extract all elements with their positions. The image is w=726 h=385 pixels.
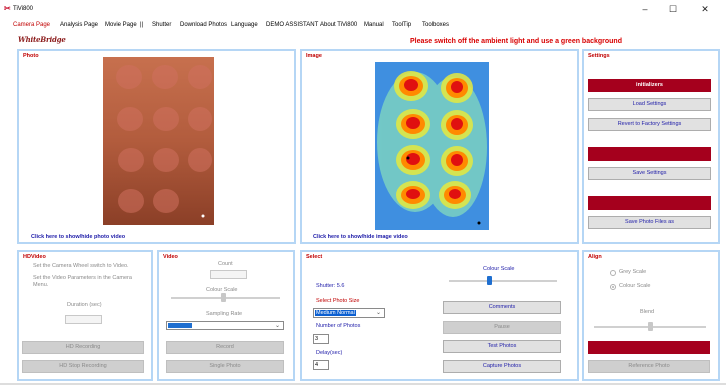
number-of-photos-input[interactable]: 3: [313, 334, 329, 344]
ambient-light-warning: Please switch off the ambient light and …: [410, 38, 622, 45]
save-photo-files-button[interactable]: Save Photo Files as: [588, 216, 711, 229]
close-button[interactable]: ✕: [694, 3, 716, 16]
record-button[interactable]: Record: [166, 341, 284, 354]
video-colour-scale-thumb[interactable]: [221, 293, 226, 302]
initializers-button[interactable]: initializers: [588, 79, 711, 92]
hdvideo-instruction-3: Menu.: [33, 282, 49, 288]
panel-title: HDVideo: [23, 254, 46, 260]
chevron-down-icon: ⌄: [375, 310, 381, 316]
menu-movie-page[interactable]: Movie Page: [105, 22, 137, 29]
grey-scale-radio[interactable]: [610, 270, 616, 276]
shutter-value: Shutter: 5.6: [316, 283, 345, 289]
panel-title: Settings: [588, 53, 610, 59]
menu-language[interactable]: Language: [231, 22, 258, 29]
photo-size-label: Select Photo Size: [316, 298, 360, 304]
toggle-photo-video-link[interactable]: Click here to show/hide photo video: [31, 234, 125, 240]
title-bar: ✂ TiVi800 – ☐ ✕: [0, 0, 726, 18]
pause-button[interactable]: Pause: [443, 321, 561, 334]
menu-manual[interactable]: Manual: [364, 22, 384, 29]
duration-input[interactable]: [65, 315, 102, 324]
panel-title: Image: [306, 53, 322, 59]
panel-title: Select: [306, 254, 323, 260]
app-logo-icon: ✂: [4, 4, 11, 13]
number-of-photos-label: Number of Photos: [316, 323, 361, 329]
menu-analysis-page[interactable]: Analysis Page: [60, 22, 98, 29]
align-status-bar: [588, 341, 710, 354]
load-settings-button[interactable]: Load Settings: [588, 98, 711, 111]
hdvideo-instruction-1: Set the Camera Wheel switch to Video.: [33, 263, 129, 269]
grey-scale-label: Grey Scale: [619, 269, 647, 275]
minimize-button[interactable]: –: [634, 3, 656, 16]
menu-demo-assistant[interactable]: DEMO ASSISTANT: [266, 22, 318, 29]
blend-slider-thumb[interactable]: [648, 322, 653, 331]
save-settings-button[interactable]: Save Settings: [588, 167, 711, 180]
photo-preview: [103, 57, 214, 225]
colour-scale-label: Colour Scale: [619, 283, 651, 289]
delay-label: Delay(sec): [316, 350, 343, 356]
single-photo-button[interactable]: Single Photo: [166, 360, 284, 373]
hdvideo-instruction-2: Set the Video Parameters in the Camera: [33, 275, 132, 281]
brand-logo: WhiteBridge: [18, 35, 66, 44]
colour-scale-radio[interactable]: [610, 284, 616, 290]
photo-size-value: Medium Normal: [315, 310, 356, 316]
thermal-image: [375, 62, 489, 230]
panel-title: Video: [163, 254, 178, 260]
sampling-rate-progress: [168, 323, 192, 328]
select-colour-scale-slider[interactable]: [449, 280, 557, 282]
test-photos-button[interactable]: Test Photos: [443, 340, 561, 353]
hd-stop-recording-button[interactable]: HD Stop Recording: [22, 360, 144, 373]
menu-toolboxes[interactable]: Toolboxes: [422, 22, 449, 29]
menu-shutter[interactable]: Shutter: [152, 22, 171, 29]
comments-button[interactable]: Comments: [443, 301, 561, 314]
select-colour-scale-thumb[interactable]: [486, 276, 492, 285]
window-title: TiVi800: [13, 6, 34, 12]
reference-photo-button[interactable]: Reference Photo: [588, 360, 710, 373]
thermal-image-preview: [375, 62, 489, 230]
chevron-down-icon: ⌄: [274, 323, 280, 329]
panel-title: Align: [588, 254, 602, 260]
menu-about[interactable]: About TiVi800: [320, 22, 357, 29]
maximize-button[interactable]: ☐: [662, 3, 684, 16]
capture-photos-button[interactable]: Capture Photos: [443, 360, 561, 373]
delay-input[interactable]: 4: [313, 360, 329, 370]
menu-download-photos[interactable]: Download Photos: [180, 22, 227, 29]
toggle-image-video-link[interactable]: Click here to show/hide image video: [313, 234, 408, 240]
select-colour-scale-label: Colour Scale: [483, 266, 515, 272]
photo-preview-image: [103, 57, 214, 225]
sampling-rate-select[interactable]: ⌄: [166, 321, 284, 330]
duration-label: Duration (sec): [67, 302, 102, 308]
menu-tooltip[interactable]: ToolTip: [392, 22, 411, 29]
settings-status-bar: [588, 147, 711, 161]
panel-title: Photo: [23, 53, 39, 59]
menu-separator: ||: [140, 22, 144, 28]
hd-recording-button[interactable]: HD Recording: [22, 341, 144, 354]
count-input[interactable]: [210, 270, 247, 279]
count-label: Count: [218, 261, 233, 267]
blend-label: Blend: [640, 309, 655, 315]
sampling-rate-label: Sampling Rate: [206, 311, 243, 317]
menu-camera-page[interactable]: Camera Page: [13, 22, 50, 29]
save-status-bar: [588, 196, 711, 210]
revert-factory-settings-button[interactable]: Revert to Factory Settings: [588, 118, 711, 131]
photo-size-select[interactable]: Medium Normal ⌄: [313, 308, 385, 318]
